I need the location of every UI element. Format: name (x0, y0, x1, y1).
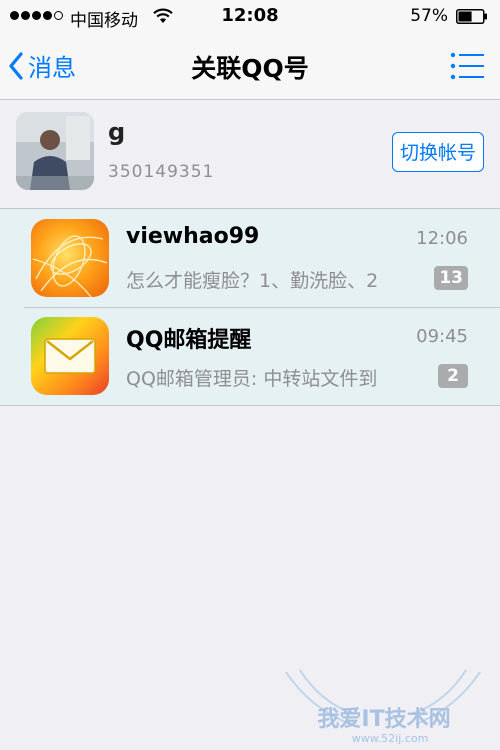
back-button-label: 消息 (28, 54, 76, 82)
account-number: 350149351 (108, 162, 215, 182)
battery-percentage: 57% (410, 6, 448, 26)
user-photo-icon (16, 112, 94, 190)
watermark-title: 我爱IT技术网 (317, 707, 450, 732)
status-bar: 中国移动 12:08 57% (0, 0, 500, 34)
page-title: 关联QQ号 (191, 54, 309, 83)
list-item-viewhao99[interactable]: viewhao99 12:06 怎么才能瘦脸？1、勤洗脸、2 13 (0, 209, 500, 307)
item-time: 12:06 (416, 228, 468, 249)
unread-badge: 2 (438, 364, 468, 388)
list-menu-icon[interactable] (450, 52, 484, 80)
chevron-left-icon (9, 51, 23, 80)
back-button[interactable]: 消息 (8, 48, 76, 83)
item-time: 09:45 (416, 326, 468, 347)
battery-icon (456, 9, 487, 24)
orange-swirl-avatar-icon (31, 219, 109, 297)
navigation-bar: 消息 关联QQ号 (0, 34, 500, 100)
account-name: g (108, 118, 126, 146)
qq-mail-envelope-icon (31, 317, 109, 395)
switch-account-button[interactable]: 切换帐号 (391, 132, 484, 172)
item-preview: QQ邮箱管理员: 中转站文件到 (126, 368, 378, 390)
unread-badge: 13 (434, 266, 468, 290)
item-title: viewhao99 (126, 224, 260, 249)
site-watermark: 我爱IT技术网 www.52ij.com (280, 668, 490, 746)
watermark-url: www.52ij.com (352, 732, 429, 745)
avatar (16, 112, 94, 190)
item-title: QQ邮箱提醒 (126, 328, 252, 353)
list-item-qq-mail[interactable]: QQ邮箱提醒 09:45 QQ邮箱管理员: 中转站文件到 2 (0, 307, 500, 405)
item-preview: 怎么才能瘦脸？1、勤洗脸、2 (126, 270, 379, 292)
message-list: viewhao99 12:06 怎么才能瘦脸？1、勤洗脸、2 13 QQ邮箱提醒… (0, 209, 500, 406)
account-section: g 350149351 切换帐号 (0, 100, 500, 209)
